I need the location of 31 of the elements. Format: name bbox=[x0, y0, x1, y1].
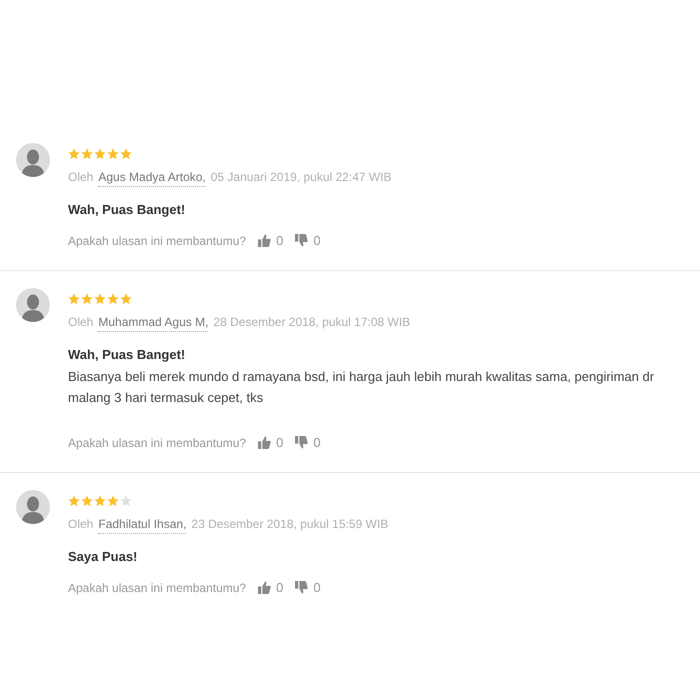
dislike-count: 0 bbox=[313, 435, 321, 450]
review-title: Wah, Puas Banget! bbox=[68, 347, 186, 362]
author-link[interactable]: Agus Madya Artoko, bbox=[98, 170, 206, 187]
avatar-icon bbox=[16, 288, 50, 322]
dislike-count: 0 bbox=[313, 580, 321, 595]
thumbs-down-icon[interactable] bbox=[295, 581, 308, 594]
review-date: 23 Desember 2018, pukul 15:59 WIB bbox=[191, 517, 388, 533]
thumbs-up-icon[interactable] bbox=[258, 234, 272, 247]
by-label: Oleh bbox=[68, 517, 94, 533]
dislike-count: 0 bbox=[313, 233, 321, 248]
review-date: 05 Januari 2019, pukul 22:47 WIB bbox=[210, 170, 392, 186]
like-count: 0 bbox=[276, 233, 284, 248]
thumbs-up-icon[interactable] bbox=[258, 436, 272, 449]
review-title: Wah, Puas Banget! bbox=[68, 202, 186, 217]
avatar-icon bbox=[16, 143, 50, 177]
review-text: Biasanya beli merek mundo d ramayana bsd, ini harga jauh lebih murah kwalitas sama, pengiriman dr malang 3 hari termasuk cepet, tks bbox=[68, 368, 656, 407]
like-count: 0 bbox=[276, 580, 284, 595]
like-count: 0 bbox=[276, 435, 284, 450]
by-label: Oleh bbox=[68, 315, 94, 331]
helpful-question: Apakah ulasan ini membantumu? bbox=[68, 580, 246, 594]
helpful-question: Apakah ulasan ini membantumu? bbox=[68, 234, 246, 248]
thumbs-down-icon[interactable] bbox=[295, 234, 308, 247]
author-link[interactable]: Muhammad Agus M, bbox=[98, 315, 208, 332]
thumbs-up-icon[interactable] bbox=[258, 581, 272, 594]
review-date: 28 Desember 2018, pukul 17:08 WIB bbox=[213, 315, 410, 331]
author-link[interactable]: Fadhilatul Ihsan, bbox=[98, 517, 186, 534]
by-label: Oleh bbox=[68, 170, 94, 186]
thumbs-down-icon[interactable] bbox=[295, 436, 308, 449]
review-title: Saya Puas! bbox=[68, 549, 138, 564]
helpful-question: Apakah ulasan ini membantumu? bbox=[68, 436, 246, 450]
avatar-icon bbox=[16, 490, 50, 524]
